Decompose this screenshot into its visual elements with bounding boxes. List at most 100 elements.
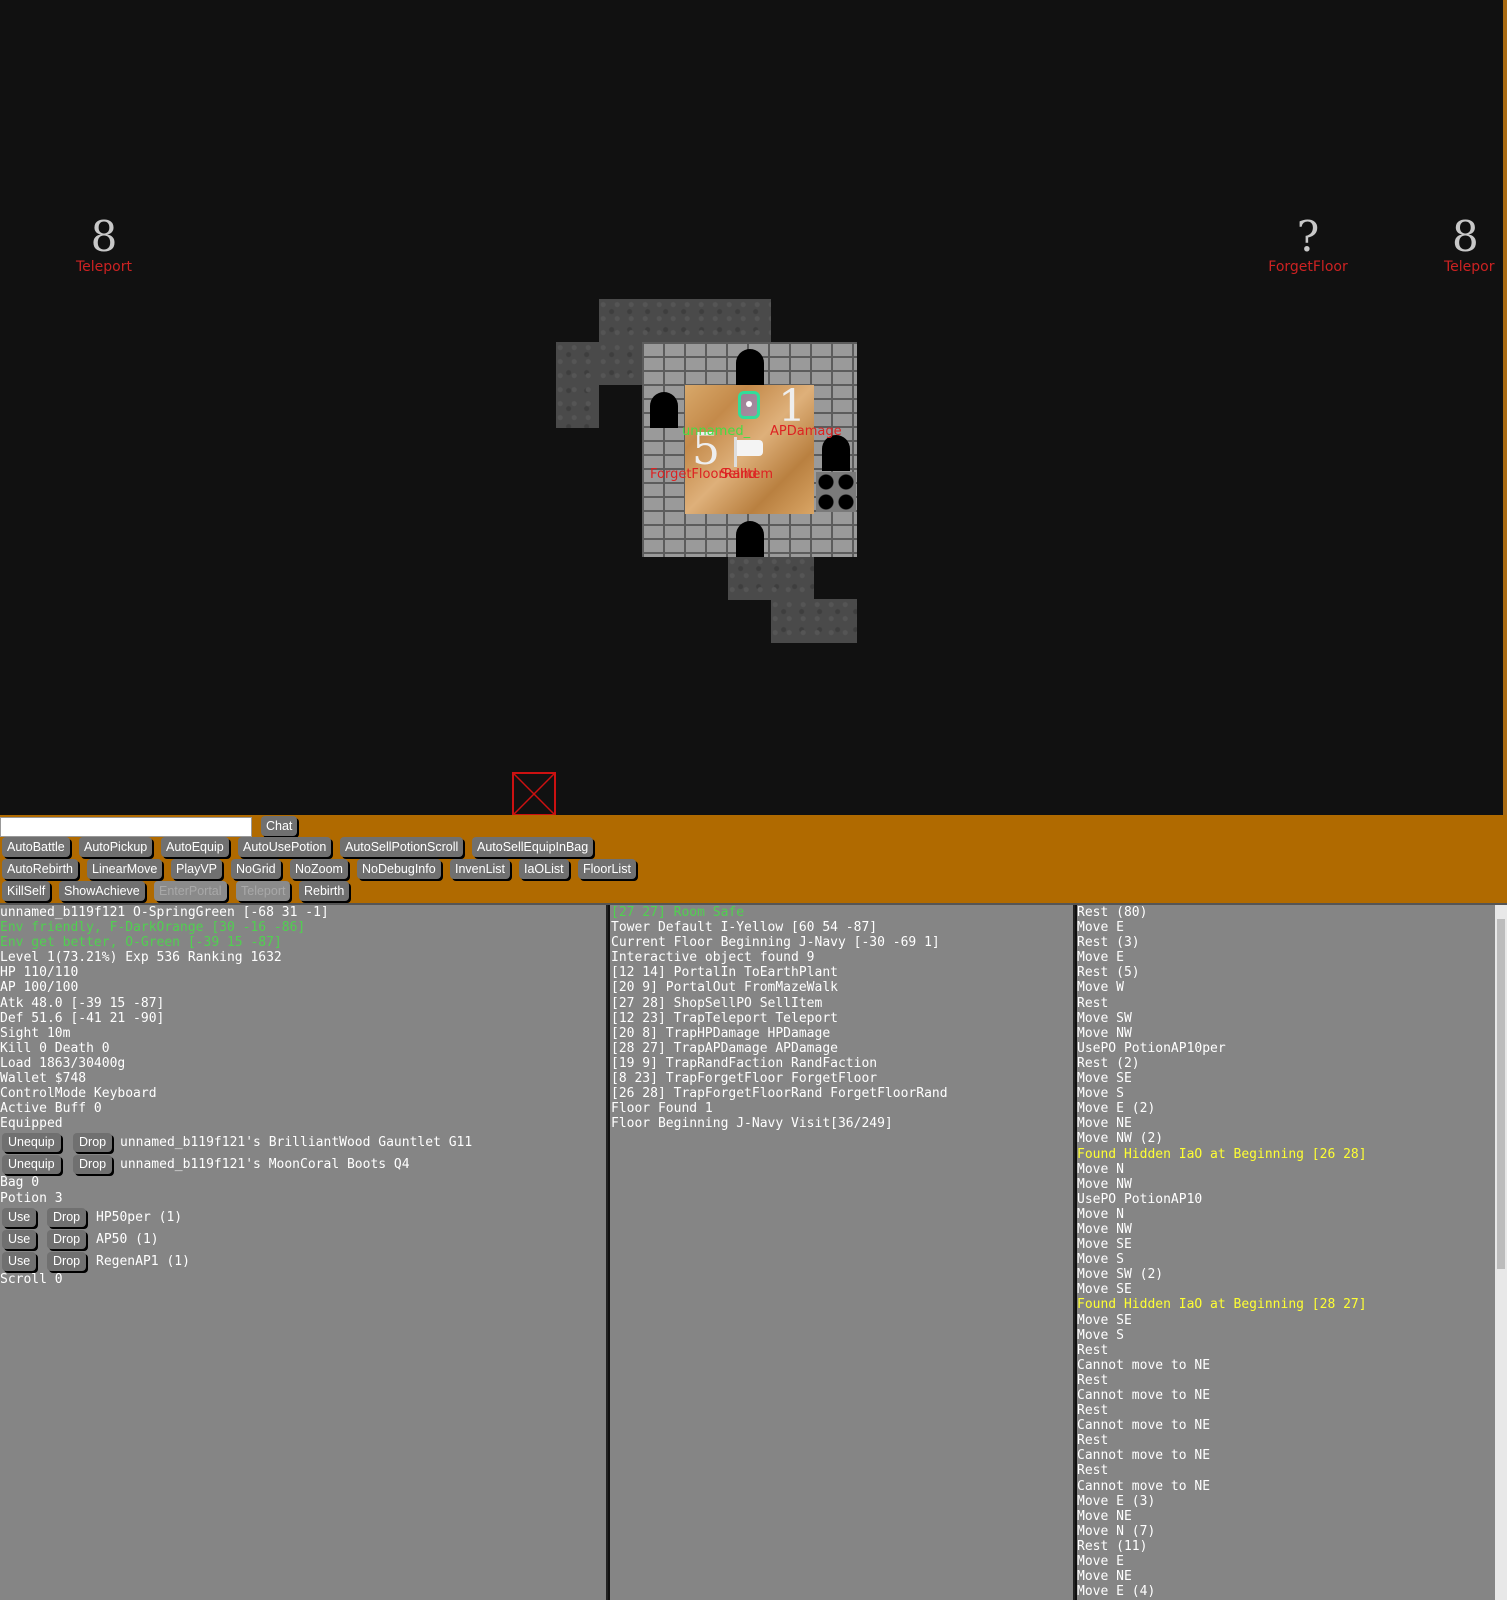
- toolbar-button-enterportal[interactable]: EnterPortal: [154, 881, 227, 901]
- toolbar-button-autorebirth[interactable]: AutoRebirth: [2, 859, 79, 879]
- log-line: Rest (11): [1077, 1538, 1148, 1554]
- floor-marker-label: Telepor: [1444, 259, 1495, 275]
- floor-info-line: [27 28] ShopSellPO SellItem: [611, 995, 823, 1011]
- toolbar-button-nozoom[interactable]: NoZoom: [290, 859, 348, 879]
- equipped-item-name: unnamed_b119f121's MoonCoral Boots Q4: [120, 1157, 410, 1173]
- toolbar-button-linearmove[interactable]: LinearMove: [87, 859, 163, 879]
- toolbar-button-rebirth[interactable]: Rebirth: [299, 881, 350, 901]
- toolbar-button-iaolist[interactable]: IaOList: [519, 859, 569, 879]
- grate-icon: [816, 472, 856, 512]
- stone-tile: [599, 342, 642, 385]
- equipped-item-name: unnamed_b119f121's BrilliantWood Gauntle…: [120, 1135, 473, 1151]
- status-line: HP 110/110: [0, 965, 79, 981]
- door-west-icon[interactable]: [650, 392, 678, 428]
- floor-info-line: Floor Beginning J-Navy Visit[36/249]: [611, 1116, 893, 1132]
- log-line: Rest (3): [1077, 935, 1140, 951]
- log-line: Cannot move to NE: [1077, 1388, 1211, 1403]
- potion-row: Use Drop RegenAP1 (1): [0, 1250, 606, 1272]
- toolbar-button-nogrid[interactable]: NoGrid: [231, 859, 281, 879]
- toolbar-button-killself[interactable]: KillSelf: [2, 881, 51, 901]
- status-lines: unnamed_b119f121 O-SpringGreen [-68 31 -…: [0, 905, 606, 1131]
- status-line: Atk 48.0 [-39 15 -87]: [0, 995, 165, 1011]
- toolbar-button-floorlist[interactable]: FloorList: [578, 859, 636, 879]
- chat-input[interactable]: [0, 817, 252, 837]
- floor-info-line: Floor Found 1: [611, 1101, 713, 1117]
- log-line: Rest: [1077, 995, 1109, 1011]
- unequip-button[interactable]: Unequip: [2, 1155, 61, 1175]
- status-line: unnamed_b119f121 O-SpringGreen [-68 31 -…: [0, 905, 329, 920]
- toolbar-button-invenlist[interactable]: InvenList: [450, 859, 511, 879]
- log-line: Move N (7): [1077, 1523, 1156, 1539]
- door-south-icon[interactable]: [736, 521, 764, 557]
- log-line: Move NW: [1077, 1025, 1132, 1041]
- potion-name: RegenAP1 (1): [96, 1253, 190, 1269]
- floor-info-line: [8 23] TrapForgetFloor ForgetFloor: [611, 1071, 878, 1087]
- trap-label-ap: APDamage: [770, 424, 842, 439]
- chat-button[interactable]: Chat: [261, 816, 298, 836]
- equipped-item-row: Unequip Drop unnamed_b119f121's MoonCora…: [0, 1153, 606, 1175]
- scroll-count: Scroll 0: [0, 1271, 63, 1287]
- status-line: Def 51.6 [-41 21 -90]: [0, 1010, 165, 1026]
- action-log-panel[interactable]: Rest (80) Move E Rest (3) Move E Rest (5) Mov…: [1077, 905, 1495, 1600]
- bag-count: Bag 0: [0, 1175, 40, 1191]
- toolbar-button-showachieve[interactable]: ShowAchieve: [59, 881, 145, 901]
- player-avatar-icon[interactable]: [738, 391, 760, 419]
- unknown-floor-icon: ?: [1296, 212, 1320, 261]
- use-button[interactable]: Use: [2, 1251, 37, 1271]
- log-line: Cannot move to NE: [1077, 1357, 1211, 1373]
- toolbar-button-autosellpotionscroll[interactable]: AutoSellPotionScroll: [340, 837, 464, 857]
- drop-button[interactable]: Drop: [47, 1229, 87, 1249]
- floor-marker-teleport-edge: 8 Telepor: [1420, 215, 1503, 276]
- toolbar-button-playvp[interactable]: PlayVP: [171, 859, 222, 879]
- log-line: UsePO PotionAP10per: [1077, 1040, 1226, 1056]
- toolbar-button-autobattle[interactable]: AutoBattle: [2, 837, 70, 857]
- stone-tile: [771, 599, 857, 643]
- status-line: Kill 0 Death 0: [0, 1040, 110, 1056]
- drop-button[interactable]: Drop: [73, 1133, 113, 1153]
- log-line: Move E: [1077, 950, 1124, 966]
- floor-info-line: [12 23] TrapTeleport Teleport: [611, 1010, 838, 1026]
- log-line: Move SE: [1077, 1282, 1132, 1298]
- log-line: Cannot move to NE: [1077, 1478, 1211, 1494]
- log-line: Found Hidden IaO at Beginning [26 28]: [1077, 1146, 1367, 1162]
- status-line: AP 100/100: [0, 980, 79, 996]
- game-viewport[interactable]: 8 Teleport ? ForgetFloor 8 Telepor 1 5 u…: [0, 0, 1503, 815]
- log-line: Move W: [1077, 980, 1124, 996]
- status-panel: unnamed_b119f121 O-SpringGreen [-68 31 -…: [0, 905, 608, 1600]
- toolbar-button-nodebuginfo[interactable]: NoDebugInfo: [357, 859, 441, 879]
- floor-info-line: [12 14] PortalIn ToEarthPlant: [611, 965, 838, 981]
- log-line: Move S: [1077, 1252, 1124, 1268]
- scrollbar-thumb[interactable]: [1497, 919, 1505, 1269]
- potion-row: Use Drop HP50per (1): [0, 1206, 606, 1228]
- floor-marker-teleport: 8 Teleport: [44, 215, 164, 276]
- log-line: Move NE: [1077, 1569, 1132, 1585]
- floor-info-line: [28 27] TrapAPDamage APDamage: [611, 1040, 838, 1056]
- drop-button[interactable]: Drop: [47, 1251, 87, 1271]
- toolbar-button-autopickup[interactable]: AutoPickup: [79, 837, 153, 857]
- status-line: ControlMode Keyboard: [0, 1086, 157, 1102]
- use-button[interactable]: Use: [2, 1207, 37, 1227]
- log-line: Move SE: [1077, 1071, 1132, 1087]
- log-line: Move N: [1077, 1161, 1124, 1177]
- log-scrollbar[interactable]: [1495, 905, 1507, 1600]
- floor-info-panel: [27 27] Room Safe Tower Default I-Yellow …: [610, 905, 1075, 1600]
- status-line: Load 1863/30400g: [0, 1055, 126, 1071]
- log-line: Move E (2): [1077, 1101, 1156, 1117]
- toolbar-button-autosellequipinbag[interactable]: AutoSellEquipInBag: [472, 837, 594, 857]
- toolbar-button-autoequip[interactable]: AutoEquip: [161, 837, 229, 857]
- drop-button[interactable]: Drop: [47, 1207, 87, 1227]
- flag-icon: [737, 440, 763, 456]
- use-button[interactable]: Use: [2, 1229, 37, 1249]
- log-line: Rest: [1077, 1372, 1109, 1388]
- log-line: Rest: [1077, 1403, 1109, 1419]
- unequip-button[interactable]: Unequip: [2, 1133, 61, 1153]
- log-line: Move SE: [1077, 1237, 1132, 1253]
- drop-button[interactable]: Drop: [73, 1155, 113, 1175]
- log-line: Move NW: [1077, 1176, 1132, 1192]
- toolbar-button-teleport[interactable]: Teleport: [236, 881, 291, 901]
- log-line: Rest: [1077, 1342, 1109, 1358]
- door-east-icon[interactable]: [822, 435, 850, 471]
- door-north-icon[interactable]: [736, 349, 764, 385]
- log-line: Rest: [1077, 1463, 1109, 1479]
- toolbar-button-autousepotion[interactable]: AutoUsePotion: [238, 837, 332, 857]
